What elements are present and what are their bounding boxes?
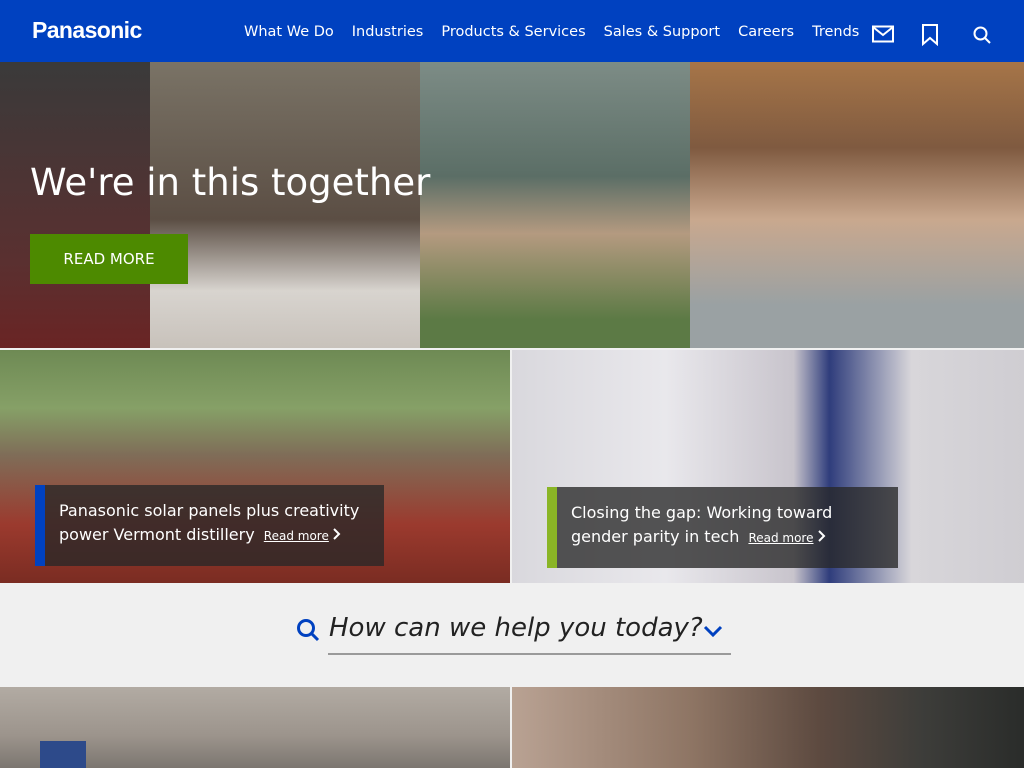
search-icon — [297, 619, 320, 642]
hero-banner: We're in this together READ MORE — [0, 62, 1024, 348]
feature-card-image[interactable] — [512, 687, 1024, 768]
feature-card-gender-parity[interactable]: Closing the gap: Working toward gender p… — [512, 350, 1024, 583]
feature-card-image[interactable] — [0, 687, 510, 768]
chevron-right-icon — [333, 528, 341, 540]
mail-icon[interactable] — [872, 25, 894, 43]
nav-item-what-we-do[interactable]: What We Do — [244, 24, 334, 40]
panasonic-logo[interactable]: Panasonic — [32, 17, 142, 44]
caption-accent-bar — [35, 485, 45, 566]
nav-item-trends[interactable]: Trends — [812, 24, 859, 40]
caption-accent-bar — [547, 487, 557, 568]
top-navigation-bar: Panasonic What We Do Industries Products… — [0, 0, 1024, 62]
hero-image-panel — [420, 62, 690, 348]
read-more-link[interactable]: Read more — [264, 529, 329, 543]
help-section: How can we help you today? — [0, 583, 1024, 687]
nav-item-products-services[interactable]: Products & Services — [441, 24, 585, 40]
chevron-right-icon — [817, 530, 825, 542]
nav-item-careers[interactable]: Careers — [738, 24, 794, 40]
feature-card-solar[interactable]: Panasonic solar panels plus creativity p… — [0, 350, 510, 583]
nav-item-sales-support[interactable]: Sales & Support — [604, 24, 720, 40]
read-more-button[interactable]: READ MORE — [30, 234, 188, 284]
help-dropdown[interactable]: How can we help you today? — [329, 613, 703, 643]
help-underline — [328, 653, 731, 655]
chevron-down-icon[interactable] — [703, 625, 723, 637]
building-shape — [40, 741, 86, 768]
nav-item-industries[interactable]: Industries — [352, 24, 424, 40]
search-icon[interactable] — [973, 26, 991, 44]
read-more-link[interactable]: Read more — [748, 531, 813, 545]
card-caption: Closing the gap: Working toward gender p… — [547, 487, 898, 568]
card-caption: Panasonic solar panels plus creativity p… — [35, 485, 384, 566]
hero-image-panel — [150, 62, 420, 348]
hero-image-panel — [0, 62, 150, 348]
bookmark-icon[interactable] — [921, 24, 939, 46]
main-nav: What We Do Industries Products & Service… — [244, 24, 859, 40]
hero-image-panel — [690, 62, 1024, 348]
hero-title: We're in this together — [30, 161, 431, 204]
